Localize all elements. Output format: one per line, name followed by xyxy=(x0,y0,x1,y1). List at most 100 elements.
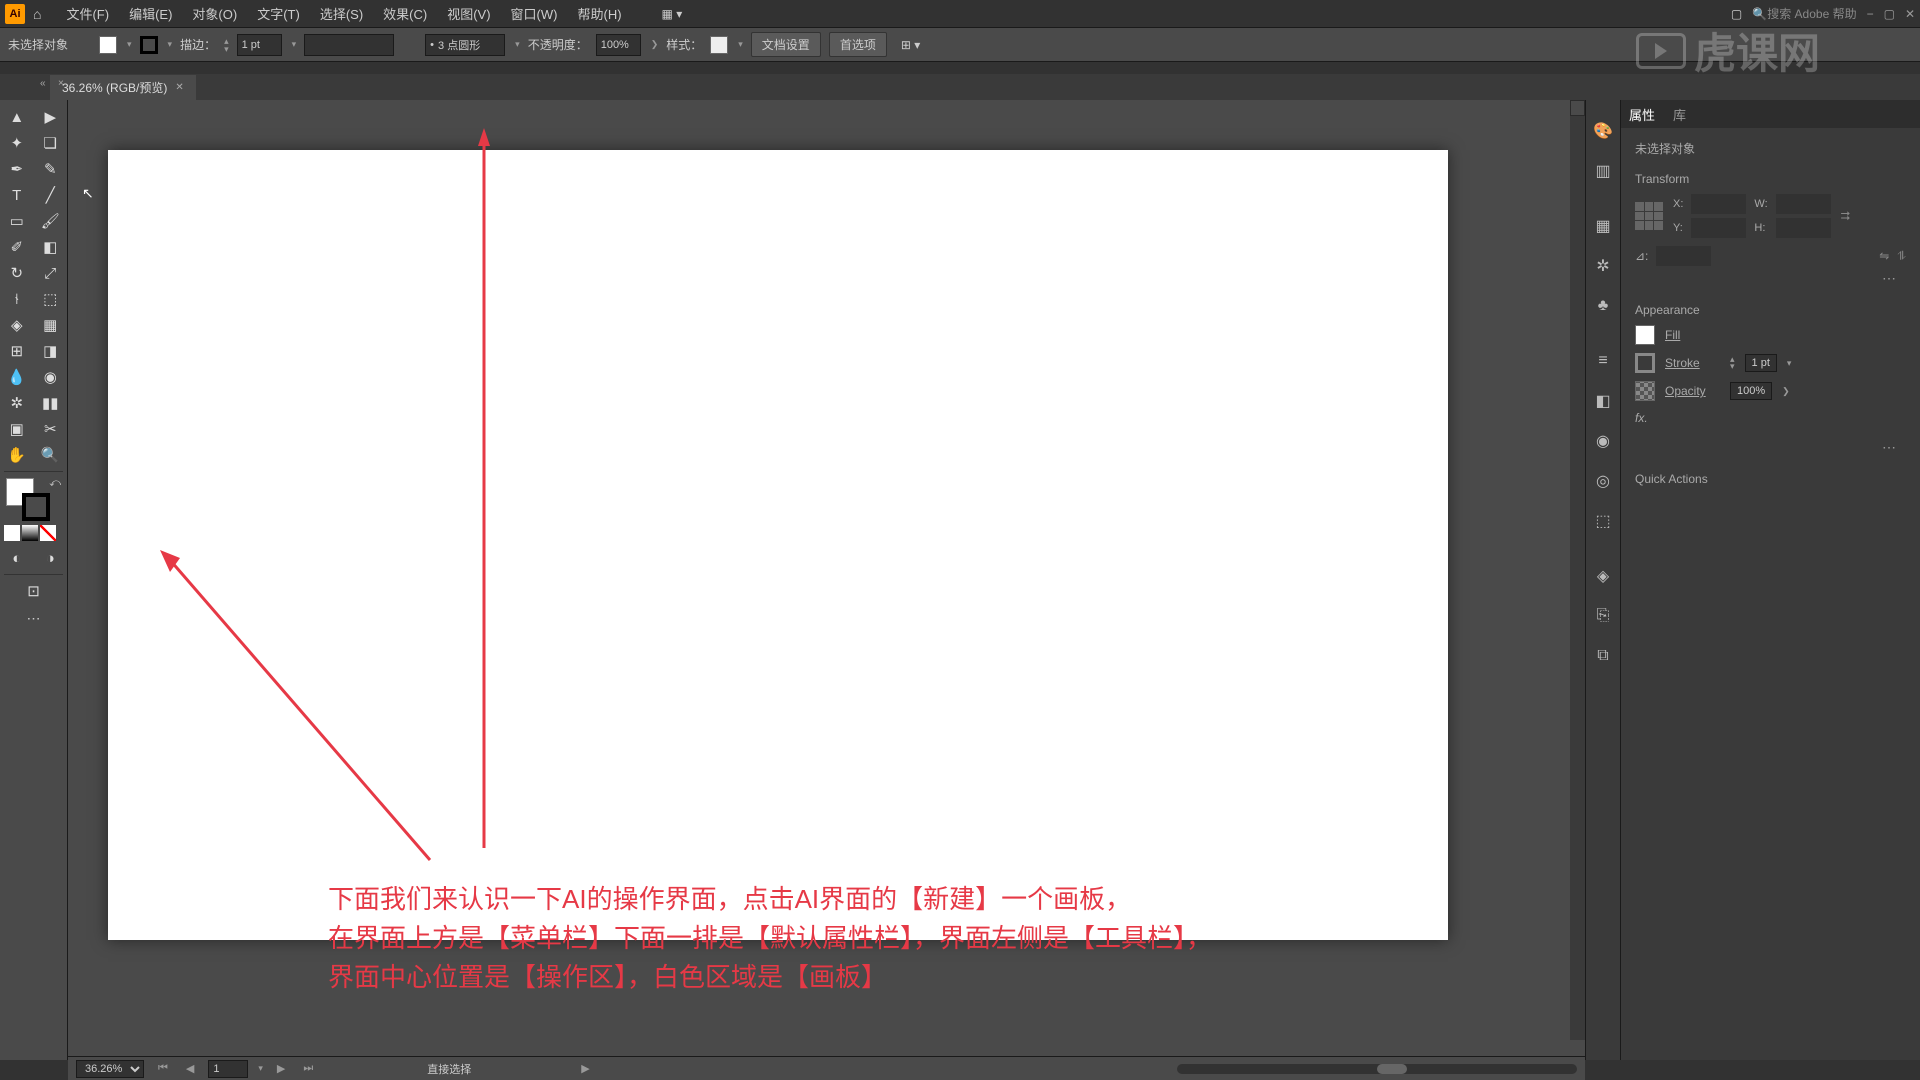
link-wh-icon[interactable]: ⮆ xyxy=(1841,209,1851,224)
minimize-icon[interactable]: − xyxy=(1867,7,1874,21)
line-tool[interactable]: ╱ xyxy=(34,182,68,208)
stroke-panel-icon[interactable]: ♣ xyxy=(1592,295,1614,317)
graphic-styles-panel-icon[interactable]: ◎ xyxy=(1592,470,1614,492)
h-input[interactable] xyxy=(1776,218,1831,238)
stroke-color-box[interactable] xyxy=(22,493,50,521)
panel-stroke-swatch[interactable] xyxy=(1635,353,1655,373)
swap-fill-stroke-icon[interactable]: ⤺ xyxy=(49,477,61,490)
menu-file[interactable]: 文件(F) xyxy=(56,0,119,27)
menu-view[interactable]: 视图(V) xyxy=(437,0,500,27)
menu-help[interactable]: 帮助(H) xyxy=(567,0,631,27)
curvature-tool[interactable]: ✎ xyxy=(34,156,68,182)
appearance-more-icon[interactable]: ⋯ xyxy=(1635,435,1906,460)
panel-opacity-value[interactable]: 100% xyxy=(1730,382,1772,400)
color-mode-gradient[interactable] xyxy=(22,525,38,541)
lasso-tool[interactable]: ❏ xyxy=(34,130,68,156)
gradient-tool[interactable]: ◨ xyxy=(34,338,68,364)
menu-effect[interactable]: 效果(C) xyxy=(373,0,437,27)
transparency-panel-icon[interactable]: ◧ xyxy=(1592,390,1614,412)
artboard-nav-input[interactable] xyxy=(208,1060,248,1078)
appearance-panel-icon[interactable]: ◉ xyxy=(1592,430,1614,452)
fill-dropdown-icon[interactable]: ▾ xyxy=(127,39,132,50)
artboard-tool[interactable]: ▣ xyxy=(0,416,34,442)
style-dropdown-icon[interactable]: ▾ xyxy=(738,39,743,50)
menu-edit[interactable]: 编辑(E) xyxy=(119,0,182,27)
libraries-tab[interactable]: 库 xyxy=(1673,105,1686,124)
color-mode-solid[interactable] xyxy=(4,525,20,541)
swatches-panel-icon[interactable]: ▥ xyxy=(1592,160,1614,182)
reference-point-selector[interactable] xyxy=(1635,202,1663,230)
mesh-tool[interactable]: ⊞ xyxy=(0,338,34,364)
properties-tab[interactable]: 属性 xyxy=(1629,105,1655,124)
flip-v-icon[interactable]: ⥮ xyxy=(1897,249,1906,264)
menu-window[interactable]: 窗口(W) xyxy=(501,0,568,27)
symbol-sprayer-tool[interactable]: ✲ xyxy=(0,390,34,416)
canvas-area[interactable]: 下面我们来认识一下AI的操作界面，点击AI界面的【新建】一个画板， 在界面上方是… xyxy=(68,100,1585,1060)
shape-dropdown-icon[interactable]: ▾ xyxy=(515,39,520,50)
variable-width-profile[interactable]: • 3 点圆形 xyxy=(425,34,505,56)
angle-input[interactable] xyxy=(1656,246,1711,266)
first-artboard-icon[interactable]: ⏮ xyxy=(154,1062,172,1075)
search-box[interactable]: 🔍 搜索 Adobe 帮助 xyxy=(1752,5,1856,22)
shaper-tool[interactable]: ✐ xyxy=(0,234,34,260)
opacity-dropdown-icon[interactable]: ❯ xyxy=(651,39,659,50)
brush-preview[interactable] xyxy=(304,34,394,56)
next-artboard-icon[interactable]: ▶ xyxy=(273,1062,289,1075)
arrange-docs-icon[interactable]: ▦ ▾ xyxy=(662,7,683,21)
stroke-stepper-icon[interactable]: ▴▾ xyxy=(224,37,229,53)
change-screen-mode[interactable]: ⊡ xyxy=(0,578,67,604)
scale-tool[interactable]: ⤢ xyxy=(34,260,68,286)
transform-more-icon[interactable]: ⋯ xyxy=(1635,266,1906,291)
vertical-scrollbar[interactable] xyxy=(1570,100,1585,1040)
column-graph-tool[interactable]: ▮▮ xyxy=(34,390,68,416)
document-setup-button[interactable]: 文档设置 xyxy=(751,32,821,57)
zoom-select[interactable]: 36.26% xyxy=(76,1060,144,1078)
panel-opacity-dropdown[interactable]: ❯ xyxy=(1782,386,1790,397)
flip-h-icon[interactable]: ⇋ xyxy=(1879,249,1889,263)
align-icon[interactable]: ⊞ ▾ xyxy=(901,38,920,52)
asset-export-panel-icon[interactable]: ◈ xyxy=(1592,565,1614,587)
horizontal-scrollbar[interactable] xyxy=(1177,1064,1577,1074)
symbols-panel-icon[interactable]: ✲ xyxy=(1592,255,1614,277)
brushes-panel-icon[interactable]: ▦ xyxy=(1592,215,1614,237)
gradient-panel-icon[interactable]: ≡ xyxy=(1592,350,1614,372)
style-swatch[interactable] xyxy=(710,36,728,54)
opacity-input[interactable] xyxy=(596,34,641,56)
hand-tool[interactable]: ✋ xyxy=(0,442,34,468)
draw-mode-icon[interactable]: ◐ xyxy=(0,545,34,571)
panel-stroke-dropdown[interactable]: ▾ xyxy=(1787,358,1792,369)
eyedropper-tool[interactable]: 💧 xyxy=(0,364,34,390)
color-mode-none[interactable] xyxy=(40,525,56,541)
stroke-weight-dropdown-icon[interactable]: ▾ xyxy=(292,39,297,50)
rectangle-tool[interactable]: ▭ xyxy=(0,208,34,234)
fill-swatch[interactable] xyxy=(99,36,117,54)
screen-mode-icon[interactable]: ◑ xyxy=(34,545,68,571)
fx-button[interactable]: fx. xyxy=(1635,411,1906,425)
maximize-icon[interactable]: ▢ xyxy=(1884,7,1895,21)
links-panel-icon[interactable]: ⧉ xyxy=(1592,645,1614,667)
fill-stroke-control[interactable]: ⤺ xyxy=(0,475,67,525)
pen-tool[interactable]: ✒ xyxy=(0,156,34,182)
eraser-tool[interactable]: ◧ xyxy=(34,234,68,260)
layers-panel-icon[interactable]: ⬚ xyxy=(1592,510,1614,532)
blend-tool[interactable]: ◉ xyxy=(34,364,68,390)
rotate-tool[interactable]: ↻ xyxy=(0,260,34,286)
document-tab[interactable]: 36.26% (RGB/预览) ✕ xyxy=(50,75,196,100)
direct-selection-tool[interactable]: ▶ xyxy=(34,104,68,130)
slice-tool[interactable]: ✂ xyxy=(34,416,68,442)
home-icon[interactable]: ⌂ xyxy=(33,6,41,22)
stroke-dropdown-icon[interactable]: ▾ xyxy=(168,39,173,50)
panel-fill-swatch[interactable] xyxy=(1635,325,1655,345)
w-input[interactable] xyxy=(1776,194,1831,214)
shape-builder-tool[interactable]: ◈ xyxy=(0,312,34,338)
prev-artboard-icon[interactable]: ◀ xyxy=(182,1062,198,1075)
paintbrush-tool[interactable]: 🖌 xyxy=(34,208,68,234)
close-icon[interactable]: ✕ xyxy=(1905,7,1915,21)
stroke-weight-input[interactable] xyxy=(237,34,282,56)
tab-close-icon[interactable]: ✕ xyxy=(175,82,183,93)
free-transform-tool[interactable]: ⬚ xyxy=(34,286,68,312)
edit-toolbar-icon[interactable]: ⋯ xyxy=(0,604,67,633)
panel-opacity-swatch[interactable] xyxy=(1635,381,1655,401)
x-input[interactable] xyxy=(1691,194,1746,214)
color-panel-icon[interactable]: 🎨 xyxy=(1592,120,1614,142)
